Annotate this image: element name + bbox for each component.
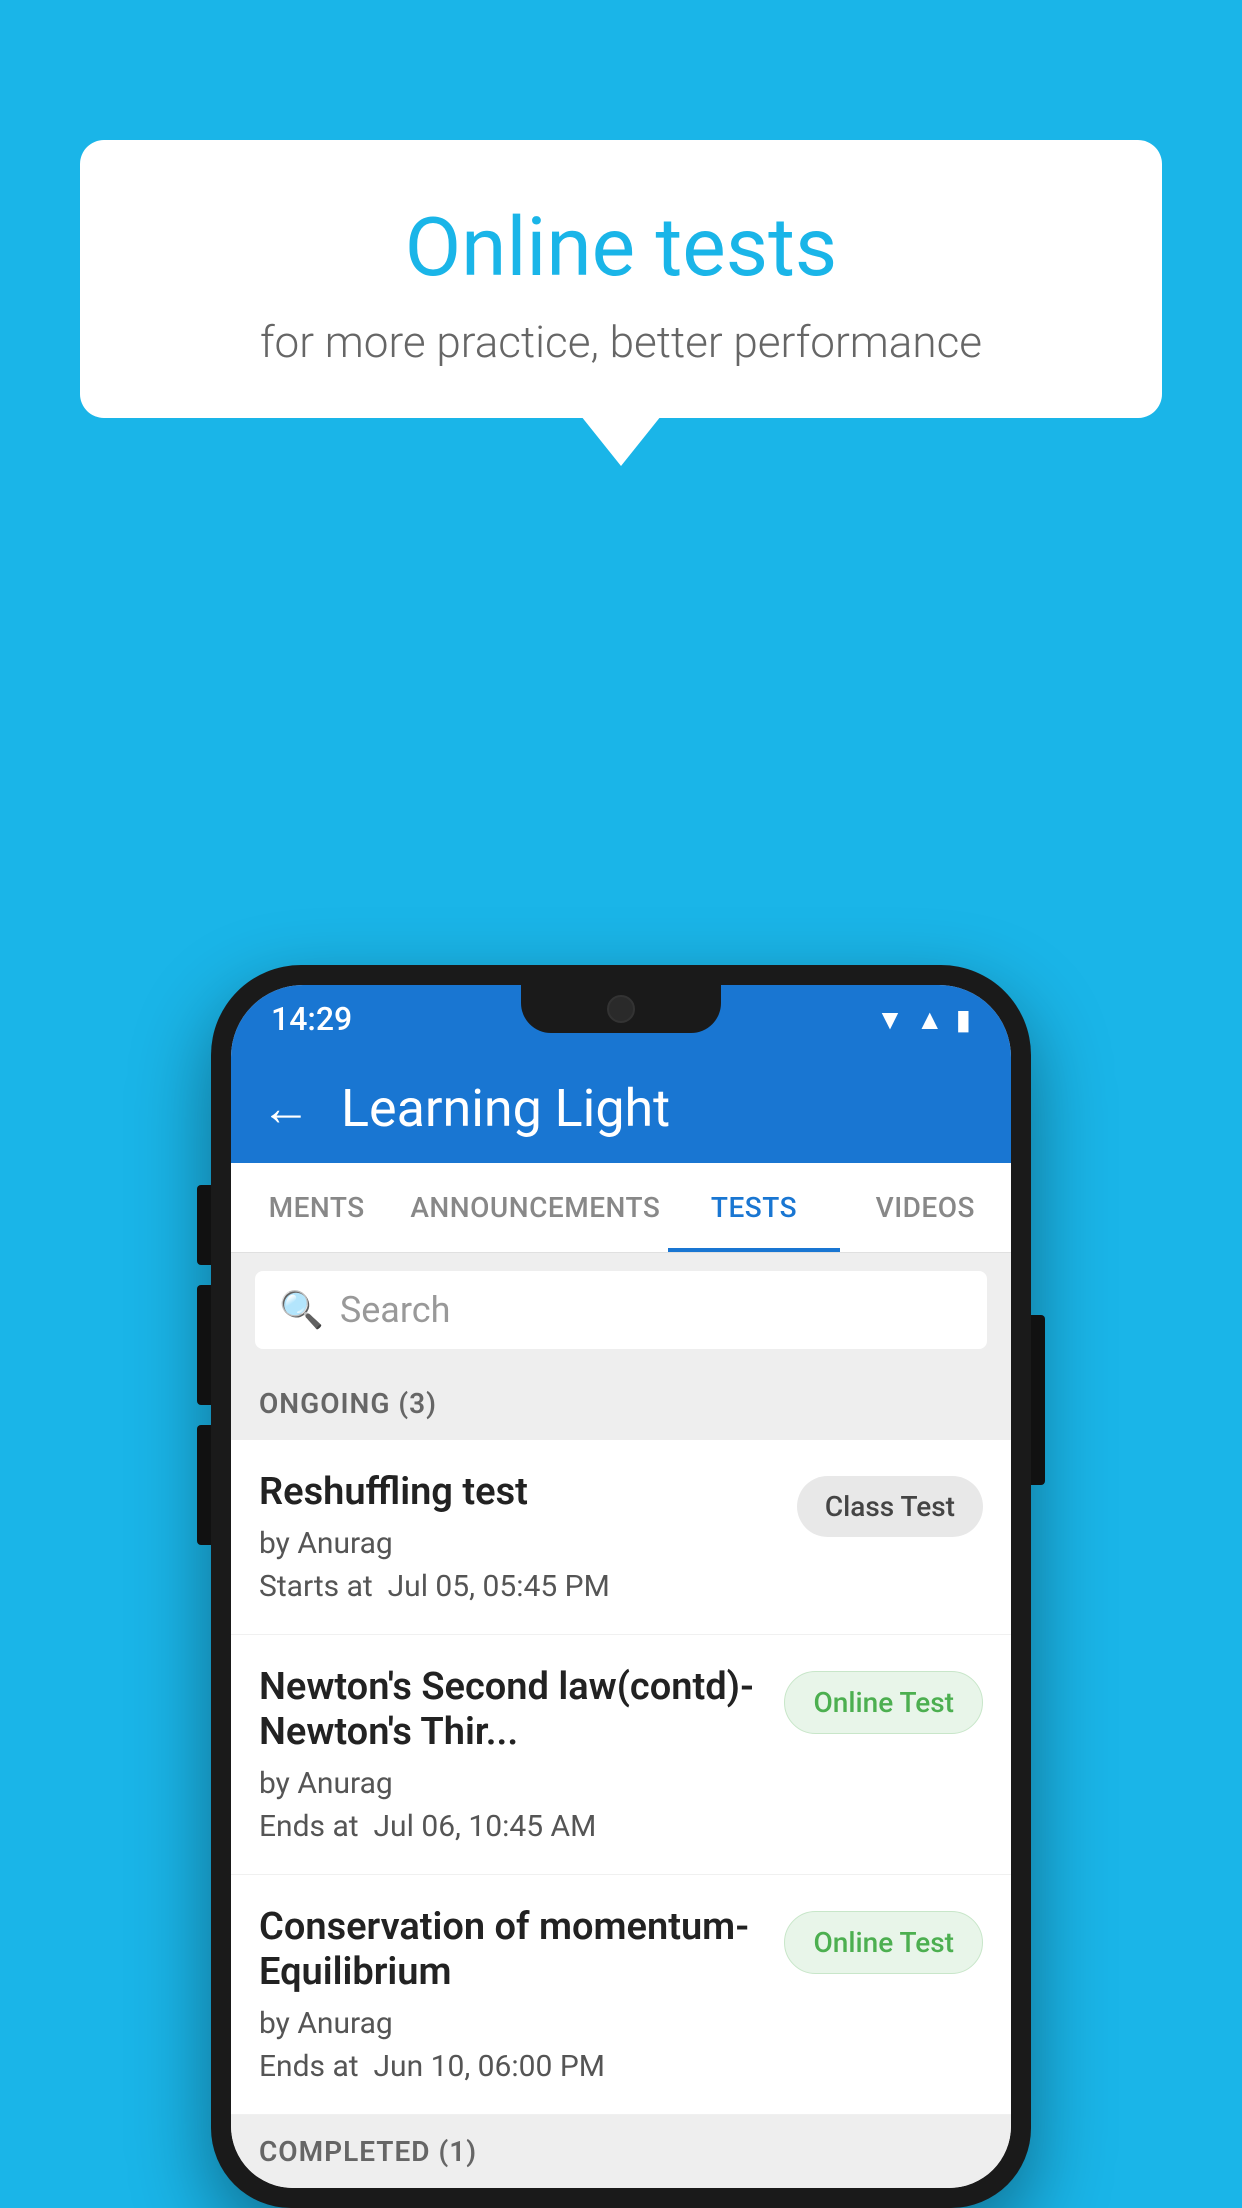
phone-screen: 14:29 ▼ ▲ ▮ ← Learning Light MENTS ANNOU… xyxy=(231,985,1011,2188)
tab-ments[interactable]: MENTS xyxy=(231,1163,402,1252)
test-name-1: Reshuffling test xyxy=(259,1470,777,1516)
test-time-3: Ends at Jun 10, 06:00 PM xyxy=(259,2049,764,2084)
side-button-volume-down[interactable] xyxy=(197,1285,211,1405)
test-item-2[interactable]: Newton's Second law(contd)-Newton's Thir… xyxy=(231,1635,1011,1875)
speech-bubble-container: Online tests for more practice, better p… xyxy=(80,140,1162,418)
tab-announcements[interactable]: ANNOUNCEMENTS xyxy=(402,1163,668,1252)
speech-bubble: Online tests for more practice, better p… xyxy=(80,140,1162,418)
test-by-3: by Anurag xyxy=(259,2006,764,2041)
test-name-3: Conservation of momentum-Equilibrium xyxy=(259,1905,764,1996)
search-icon: 🔍 xyxy=(279,1289,324,1331)
wifi-icon: ▼ xyxy=(876,1003,904,1036)
tab-tests[interactable]: TESTS xyxy=(668,1163,839,1252)
search-bar[interactable]: 🔍 Search xyxy=(255,1271,987,1349)
section-header-completed: COMPLETED (1) xyxy=(231,2115,1011,2188)
test-badge-2: Online Test xyxy=(784,1671,983,1734)
side-button-power[interactable] xyxy=(1031,1315,1045,1485)
side-button-volume-up[interactable] xyxy=(197,1185,211,1265)
signal-icon: ▲ xyxy=(916,1003,944,1036)
test-badge-3: Online Test xyxy=(784,1911,983,1974)
test-list: Reshuffling test by Anurag Starts at Jul… xyxy=(231,1440,1011,2115)
app-title: Learning Light xyxy=(341,1078,670,1139)
bubble-subtitle: for more practice, better performance xyxy=(130,316,1112,368)
phone-camera xyxy=(607,995,635,1023)
side-button-volume-down2[interactable] xyxy=(197,1425,211,1545)
tab-videos[interactable]: VIDEOS xyxy=(840,1163,1011,1252)
search-placeholder: Search xyxy=(340,1289,451,1331)
test-time-2: Ends at Jul 06, 10:45 AM xyxy=(259,1809,764,1844)
tabs-container: MENTS ANNOUNCEMENTS TESTS VIDEOS xyxy=(231,1163,1011,1253)
search-container: 🔍 Search xyxy=(231,1253,1011,1367)
app-bar: ← Learning Light xyxy=(231,1053,1011,1163)
phone-outer: 14:29 ▼ ▲ ▮ ← Learning Light MENTS ANNOU… xyxy=(211,965,1031,2208)
status-time: 14:29 xyxy=(271,1000,352,1038)
back-button[interactable]: ← xyxy=(261,1079,311,1138)
phone-notch xyxy=(521,985,721,1033)
phone-wrapper: 14:29 ▼ ▲ ▮ ← Learning Light MENTS ANNOU… xyxy=(211,965,1031,2208)
section-header-ongoing: ONGOING (3) xyxy=(231,1367,1011,1440)
test-by-2: by Anurag xyxy=(259,1766,764,1801)
test-info-3: Conservation of momentum-Equilibrium by … xyxy=(259,1905,764,2084)
status-icons: ▼ ▲ ▮ xyxy=(876,1003,971,1036)
test-time-1: Starts at Jul 05, 05:45 PM xyxy=(259,1569,777,1604)
battery-icon: ▮ xyxy=(956,1003,971,1036)
test-info-1: Reshuffling test by Anurag Starts at Jul… xyxy=(259,1470,777,1604)
bubble-title: Online tests xyxy=(130,200,1112,296)
test-by-1: by Anurag xyxy=(259,1526,777,1561)
test-badge-1: Class Test xyxy=(797,1476,983,1537)
test-item-1[interactable]: Reshuffling test by Anurag Starts at Jul… xyxy=(231,1440,1011,1635)
test-name-2: Newton's Second law(contd)-Newton's Thir… xyxy=(259,1665,764,1756)
test-item-3[interactable]: Conservation of momentum-Equilibrium by … xyxy=(231,1875,1011,2115)
test-info-2: Newton's Second law(contd)-Newton's Thir… xyxy=(259,1665,764,1844)
